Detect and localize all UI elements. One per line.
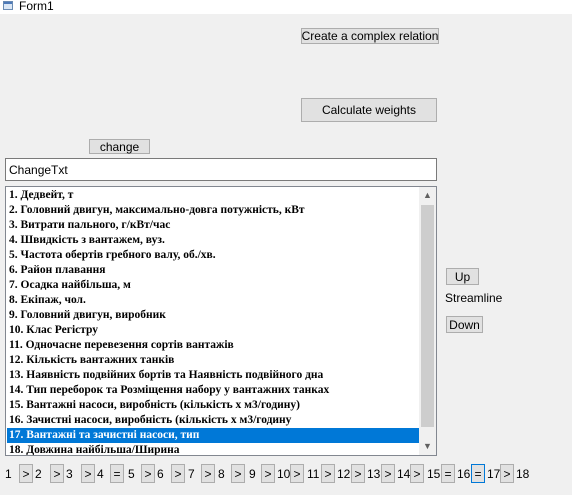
page-number: 13 — [367, 467, 381, 481]
greater-button[interactable]: > — [500, 464, 514, 483]
create-complex-relation-button[interactable]: Create a complex relation — [301, 28, 439, 44]
page-number: 6 — [157, 467, 164, 481]
criteria-listbox[interactable]: 1. Дедвейт, т 2. Головний двигун, максима… — [5, 186, 437, 456]
page-number: 17 — [487, 467, 501, 481]
equal-button[interactable]: = — [110, 464, 124, 483]
page-number: 2 — [35, 467, 42, 481]
pager: 1 2 3 4 5 6 7 8 9 10 11 12 13 14 15 16 17 18 > > > = > > > > > > > > >… — [0, 463, 572, 483]
scroll-thumb[interactable] — [421, 205, 434, 427]
greater-button[interactable]: > — [290, 464, 304, 483]
greater-button[interactable]: > — [231, 464, 245, 483]
list-item[interactable]: 9. Головний двигун, виробник — [7, 308, 419, 323]
greater-button[interactable]: > — [321, 464, 335, 483]
scroll-down-arrow-icon[interactable]: ▼ — [419, 438, 436, 455]
greater-button[interactable]: > — [171, 464, 185, 483]
greater-button[interactable]: > — [351, 464, 365, 483]
list-item[interactable]: 15. Вантажні насоси, виробність (кількіс… — [7, 398, 419, 413]
page-number: 14 — [397, 467, 411, 481]
list-item[interactable]: 6. Район плавання — [7, 263, 419, 278]
list-item[interactable]: 10. Клас Регістру — [7, 323, 419, 338]
greater-button[interactable]: > — [261, 464, 275, 483]
equal-button[interactable]: = — [471, 464, 485, 483]
change-button[interactable]: change — [89, 139, 150, 154]
greater-button[interactable]: > — [19, 464, 33, 483]
list-item[interactable]: 17. Вантажні та зачистні насоси, тип — [7, 428, 419, 443]
greater-button[interactable]: > — [50, 464, 64, 483]
page-number: 7 — [188, 467, 195, 481]
list-item[interactable]: 7. Осадка найбільша, м — [7, 278, 419, 293]
title-bar: Form1 — [0, 0, 572, 14]
page-number: 15 — [427, 467, 441, 481]
list-item[interactable]: 18. Довжина найбільша/Ширина — [7, 443, 419, 455]
list-item[interactable]: 5. Частота обертів гребного валу, об./хв… — [7, 248, 419, 263]
greater-button[interactable]: > — [201, 464, 215, 483]
page-number: 12 — [337, 467, 351, 481]
page-number: 11 — [307, 467, 320, 481]
list-item[interactable]: 2. Головний двигун, максимально-довга по… — [7, 203, 419, 218]
page-number: 1 — [5, 467, 12, 481]
list-item[interactable]: 4. Швидкість з вантажем, вуз. — [7, 233, 419, 248]
criteria-list: 1. Дедвейт, т 2. Головний двигун, максима… — [7, 188, 419, 455]
page-number: 5 — [128, 467, 135, 481]
list-item[interactable]: 1. Дедвейт, т — [7, 188, 419, 203]
page-number: 4 — [97, 467, 104, 481]
greater-button[interactable]: > — [381, 464, 395, 483]
greater-button[interactable]: > — [141, 464, 155, 483]
page-number: 3 — [66, 467, 73, 481]
down-button[interactable]: Down — [446, 316, 483, 333]
up-button[interactable]: Up — [446, 268, 479, 285]
list-item[interactable]: 13. Наявність подвійних бортів та Наявні… — [7, 368, 419, 383]
scroll-up-arrow-icon[interactable]: ▲ — [419, 187, 436, 204]
page-number: 9 — [249, 467, 256, 481]
list-item[interactable]: 12. Кількість вантажних танків — [7, 353, 419, 368]
page-number: 18 — [516, 467, 530, 481]
window-title: Form1 — [19, 0, 54, 13]
list-item[interactable]: 8. Екіпаж, чол. — [7, 293, 419, 308]
page-number: 16 — [457, 467, 471, 481]
page-number: 8 — [218, 467, 225, 481]
window-icon — [3, 1, 13, 10]
list-item[interactable]: 16. Зачистні насоси, виробність (кількіс… — [7, 413, 419, 428]
calculate-weights-button[interactable]: Calculate weights — [301, 98, 437, 122]
streamline-label: Streamline — [445, 291, 503, 305]
list-item[interactable]: 14. Тип переборок та Розміщення набору у… — [7, 383, 419, 398]
change-text-input[interactable]: ChangeTxt — [5, 158, 437, 181]
greater-button[interactable]: > — [410, 464, 424, 483]
list-item[interactable]: 3. Витрати пального, г/кВт/час — [7, 218, 419, 233]
equal-button[interactable]: = — [441, 464, 455, 483]
greater-button[interactable]: > — [81, 464, 95, 483]
page-number: 10 — [277, 467, 291, 481]
list-scrollbar[interactable]: ▲ ▼ — [419, 187, 436, 455]
list-item[interactable]: 11. Одночасне перевезення сортів вантажі… — [7, 338, 419, 353]
